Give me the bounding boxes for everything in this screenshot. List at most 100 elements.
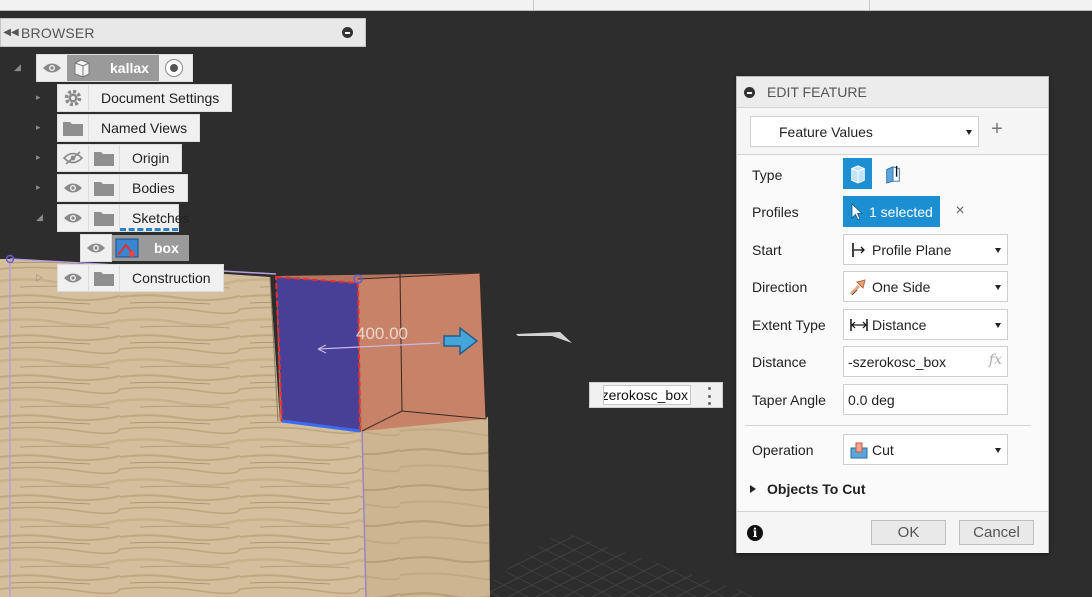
expand-triangle-icon[interactable]: ◢ [14, 62, 26, 74]
add-tab-icon[interactable]: + [989, 118, 1005, 142]
objects-to-cut-group[interactable]: Objects To Cut [750, 480, 866, 498]
chevron-down-icon [995, 448, 1001, 453]
objects-to-cut-label: Objects To Cut [767, 481, 866, 497]
distance-heads-up-input[interactable]: szerokosc_box [589, 382, 723, 408]
collapsed-triangle-icon[interactable]: ▸ [36, 122, 48, 134]
dialog-tab-row: Feature Values + [737, 108, 1048, 155]
profile-plane-icon [852, 243, 865, 257]
taper-angle-label: Taper Angle [752, 392, 826, 408]
component-icon [67, 55, 97, 81]
kallax-side-face [362, 417, 490, 597]
tree-label: Document Settings [89, 85, 232, 111]
distance-float-value: szerokosc_box [603, 387, 688, 403]
collapsed-triangle-icon[interactable]: ▸ [36, 152, 48, 164]
distance-extent-icon [850, 319, 868, 331]
eye-icon[interactable] [58, 175, 88, 201]
operation-dropdown[interactable]: Cut [843, 434, 1008, 465]
direction-value: One Side [872, 279, 931, 295]
tree-label: Named Views [89, 115, 200, 141]
toolbar-separator [869, 0, 870, 10]
extent-type-label: Extent Type [752, 317, 826, 333]
tree-label: Construction [120, 265, 223, 291]
dialog-footer: i OK Cancel [737, 511, 1048, 553]
sketch-icon [112, 235, 142, 261]
eye-hidden-icon[interactable] [58, 145, 88, 171]
extent-type-value: Distance [872, 317, 927, 333]
eye-icon[interactable] [81, 235, 111, 261]
collapsed-triangle-icon[interactable]: ▷ [36, 272, 48, 284]
minimize-icon[interactable] [342, 27, 353, 38]
eye-icon[interactable] [58, 265, 88, 291]
operation-value: Cut [872, 442, 894, 458]
collapsed-triangle-icon[interactable]: ▸ [36, 182, 48, 194]
browser-title: BROWSER [21, 24, 95, 41]
feature-values-dropdown[interactable]: Feature Values [750, 116, 979, 147]
folder-icon [89, 205, 119, 231]
clear-selection-icon[interactable]: × [953, 203, 967, 219]
tree-label-selected: box [142, 235, 189, 261]
collapsed-triangle-icon[interactable]: ▸ [36, 92, 48, 104]
chevron-down-icon [995, 323, 1001, 328]
cancel-button[interactable]: Cancel [959, 520, 1034, 545]
taper-angle-value: 0.0 deg [848, 392, 895, 408]
more-options-icon[interactable] [706, 387, 712, 405]
section-divider [745, 425, 1031, 426]
dialog-header[interactable]: EDIT FEATURE [737, 77, 1048, 108]
expanded-triangle-icon[interactable]: ◢ [36, 212, 48, 224]
root-label: kallax [97, 55, 159, 81]
dropdown-value: Feature Values [779, 124, 873, 140]
top-toolbar [0, 0, 1092, 11]
start-dropdown[interactable]: Profile Plane [843, 234, 1008, 265]
chevron-down-icon [995, 285, 1001, 290]
extent-type-dropdown[interactable]: Distance [843, 309, 1008, 340]
tree-label: Origin [120, 145, 182, 171]
solid-type-button[interactable] [843, 158, 872, 189]
direction-label: Direction [752, 279, 808, 295]
browser-panel-header[interactable]: ◀◀ BROWSER [0, 18, 366, 47]
folder-icon [89, 145, 119, 171]
minimize-dialog-icon[interactable] [744, 87, 755, 98]
info-icon[interactable]: i [747, 525, 763, 541]
expand-triangle-icon[interactable] [750, 485, 756, 493]
distance-value: -szerokosc_box [848, 354, 947, 370]
start-label: Start [752, 242, 782, 258]
taper-angle-input[interactable]: 0.0 deg [843, 384, 1008, 415]
folder-icon [89, 265, 119, 291]
type-label: Type [752, 167, 783, 183]
profiles-value: 1 selected [869, 204, 933, 220]
chevron-down-icon [995, 248, 1001, 253]
activate-component-icon[interactable] [165, 59, 183, 77]
edit-feature-dialog: EDIT FEATURE Feature Values + Type Profi… [736, 76, 1049, 553]
tree-label: Sketches [120, 205, 190, 231]
dimension-label: 400.00 [356, 324, 408, 343]
surface-type-button[interactable] [881, 161, 905, 187]
selected-profile-face [276, 277, 360, 431]
one-side-icon [849, 279, 866, 296]
folder-icon [89, 175, 119, 201]
distance-float-field[interactable]: szerokosc_box [603, 385, 691, 405]
distance-expression-input[interactable]: -szerokosc_box fx [843, 346, 1008, 377]
solid-icon [850, 164, 865, 183]
operation-label: Operation [752, 442, 814, 458]
chevron-down-icon [966, 130, 972, 135]
start-value: Profile Plane [872, 242, 952, 258]
view-marker [516, 332, 572, 343]
folder-icon [58, 115, 88, 141]
cursor-arrow-icon [851, 203, 863, 221]
ok-button[interactable]: OK [871, 520, 946, 545]
ground-grid [470, 531, 760, 597]
gear-icon [58, 85, 88, 111]
direction-dropdown[interactable]: One Side [843, 271, 1008, 302]
tree-label: Bodies [120, 175, 187, 201]
profiles-selection-button[interactable]: 1 selected [843, 196, 940, 227]
fx-icon[interactable]: fx [989, 352, 1002, 368]
distance-label: Distance [752, 354, 807, 370]
dialog-title: EDIT FEATURE [767, 84, 867, 100]
surface-icon [886, 165, 900, 184]
collapse-icon[interactable]: ◀◀ [1, 27, 21, 38]
cut-operation-icon [850, 442, 868, 459]
eye-icon[interactable] [58, 205, 88, 231]
eye-icon[interactable] [37, 55, 67, 81]
toolbar-separator [533, 0, 534, 10]
profiles-label: Profiles [752, 204, 799, 220]
